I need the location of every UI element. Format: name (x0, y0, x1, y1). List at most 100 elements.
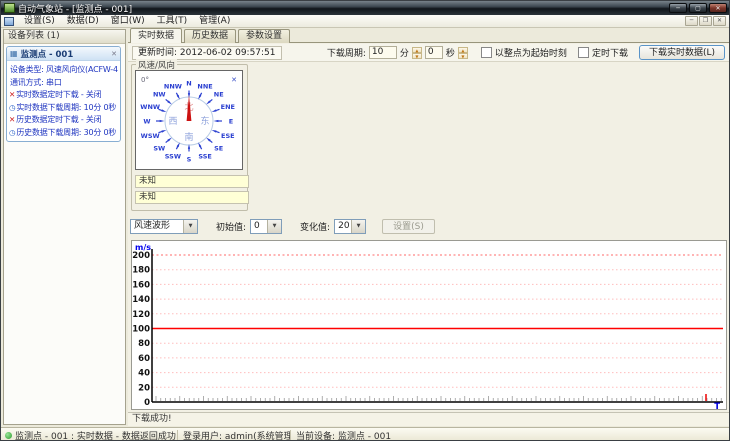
device-panel-close-icon[interactable]: ✕ (111, 50, 117, 58)
chevron-down-icon[interactable]: ▼ (183, 219, 197, 233)
chart-controls: 风速波形 ▼ 初始值: 0 ▼ 变化值: 20 ▼ 设置(S) (130, 218, 725, 234)
menu-window[interactable]: 窗口(W) (105, 15, 151, 27)
svg-text:NE: NE (214, 91, 224, 99)
seconds-unit-label: 秒 (445, 49, 455, 59)
device-grid-icon: ▦ (10, 49, 18, 58)
chevron-down-icon[interactable]: ▼ (267, 219, 282, 233)
tab-history-data[interactable]: 历史数据 (184, 29, 237, 43)
svg-text:200: 200 (132, 251, 150, 261)
svg-text:S: S (187, 156, 192, 164)
svg-text:80: 80 (138, 339, 150, 349)
change-value-select[interactable]: 20 ▼ (334, 218, 367, 234)
chart-plot: 0 20 40 60 80 100 120 140 160 180 200m/s T (132, 243, 723, 412)
svg-text:NNE: NNE (197, 82, 212, 90)
waveform-select[interactable]: 风速波形 ▼ (130, 218, 198, 234)
menu-data[interactable]: 数据(D) (61, 15, 105, 27)
menu-settings[interactable]: 设置(S) (18, 15, 61, 27)
svg-text:ENE: ENE (221, 103, 235, 111)
svg-text:20: 20 (138, 383, 150, 393)
settings-button[interactable]: 设置(S) (382, 218, 435, 234)
status-ok-icon (5, 431, 12, 439)
svg-text:T: T (714, 402, 720, 409)
update-time-value: 2012-06-02 09:57:51 (179, 47, 276, 58)
checkbox-timed-download[interactable] (577, 47, 589, 58)
seconds-input[interactable]: 0 (424, 46, 443, 59)
svg-text:180: 180 (132, 266, 150, 276)
seconds-stepper[interactable]: ▲ ▼ (457, 46, 468, 59)
realtime-timer-text: 实时数据定时下载 - 关闭 (16, 90, 102, 99)
svg-text:WSW: WSW (141, 132, 160, 140)
svg-text:140: 140 (132, 295, 150, 305)
compass-rose: NNNENEENEEESESESSESSSWSWWSWWWNWNWNNW北南东西… (140, 76, 237, 164)
mdi-child-icon (4, 16, 14, 26)
minimize-button[interactable]: ─ (669, 3, 687, 13)
off-icon: ✕ (9, 115, 16, 124)
svg-text:东: 东 (200, 115, 209, 127)
svg-text:100: 100 (132, 325, 150, 335)
checkbox-align-start-time[interactable] (480, 47, 492, 58)
close-button[interactable]: ✕ (709, 3, 727, 13)
svg-text:西: 西 (168, 116, 177, 127)
statusbar-device-segment: 监测点 - 001 : 实时数据 - 数据返回成功! (1, 429, 177, 441)
svg-text:0°: 0° (141, 76, 149, 84)
device-type-text: 设备类型: 风速风向仪(ACFW-4) (10, 65, 118, 74)
minutes-input[interactable]: 10 (368, 46, 397, 59)
svg-text:✕: ✕ (231, 76, 237, 84)
app-icon (4, 3, 15, 13)
svg-text:ESE: ESE (221, 132, 235, 140)
title-bar: 自动气象站 - [监测点 - 001] ─ ▢ ✕ (1, 1, 729, 15)
update-time-box: 更新时间: 2012-06-02 09:57:51 (132, 45, 282, 60)
initial-value-select[interactable]: 0 ▼ (250, 218, 283, 234)
menu-bar: 设置(S) 数据(D) 窗口(W) 工具(T) 管理(A) ─ ❐ ✕ (1, 15, 729, 28)
device-panel[interactable]: ▦ 监测点 - 001 ✕ 设备类型: 风速风向仪(ACFW-4) 通讯方式: … (6, 46, 121, 142)
device-panel-title: 监测点 - 001 (20, 49, 74, 60)
checkbox-timed-label: 定时下载 (591, 49, 628, 59)
current-device-text: 当前设备: 监测点 - 001 (296, 431, 392, 441)
change-value-label: 变化值: (300, 222, 331, 233)
toolbar: 更新时间: 2012-06-02 09:57:51 下载周期: 10 分 ▲ ▼ … (128, 44, 729, 62)
mdi-minimize-button[interactable]: ─ (685, 16, 698, 26)
spinner-down-icon[interactable]: ▼ (457, 52, 468, 59)
svg-text:南: 南 (184, 131, 193, 143)
svg-text:E: E (229, 118, 233, 126)
mdi-restore-button[interactable]: ❐ (699, 16, 712, 26)
chevron-down-icon[interactable]: ▼ (351, 219, 366, 233)
svg-text:NNW: NNW (164, 82, 182, 90)
device-status-text: 监测点 - 001 : 实时数据 - 数据返回成功! (15, 431, 177, 441)
app-window: 自动气象站 - [监测点 - 001] ─ ▢ ✕ 设置(S) 数据(D) 窗口… (0, 0, 730, 441)
history-timer-text: 历史数据定时下载 - 关闭 (16, 115, 102, 124)
wind-groupbox: 风速/风向 N NNE NE ENE E ESE SE SSE S SSW SW WSW W WNW NW N… (131, 59, 249, 211)
svg-text:SSW: SSW (165, 153, 181, 161)
cycle-label: 下载周期: (326, 49, 366, 59)
svg-text:120: 120 (132, 310, 150, 320)
device-info-row: ✕ 历史数据定时下载 - 关闭 (9, 114, 118, 127)
waveform-select-value: 风速波形 (134, 220, 171, 231)
menu-admin[interactable]: 管理(A) (193, 15, 236, 27)
wind-compass: NNNENEENEEESESESSESSSWSWWSWWWNWNWNNW北南东西… (135, 70, 243, 170)
tab-strip: 实时数据 历史数据 参数设置 (130, 28, 292, 43)
initial-value: 0 (254, 220, 260, 231)
window-title: 自动气象站 - [监测点 - 001] (18, 4, 133, 15)
svg-text:WNW: WNW (140, 103, 160, 111)
menu-tools[interactable]: 工具(T) (151, 15, 194, 27)
svg-text:40: 40 (138, 369, 150, 379)
initial-value-label: 初始值: (216, 222, 247, 233)
comm-mode-text: 通讯方式: 串口 (10, 77, 62, 87)
mdi-window-controls: ─ ❐ ✕ (685, 16, 729, 26)
device-list-header: 设备列表 (1) (4, 30, 125, 44)
minutes-unit-label: 分 (399, 49, 409, 59)
download-realtime-button[interactable]: 下载实时数据(L) (638, 45, 725, 60)
spinner-down-icon[interactable]: ▼ (411, 52, 422, 59)
device-info-row: 通讯方式: 串口 (9, 77, 118, 90)
status-bar: 监测点 - 001 : 实时数据 - 数据返回成功! 登录用户: admin(系… (1, 427, 729, 441)
minutes-stepper[interactable]: ▲ ▼ (411, 46, 422, 59)
maximize-button[interactable]: ▢ (689, 3, 707, 13)
mdi-close-button[interactable]: ✕ (713, 16, 726, 26)
tab-parameter-settings[interactable]: 参数设置 (238, 29, 291, 43)
device-info-row: ◷ 实时数据下载周期: 10分 0秒 (9, 102, 118, 115)
device-panel-header[interactable]: ▦ 监测点 - 001 ✕ (7, 47, 120, 61)
svg-text:SW: SW (153, 144, 165, 152)
svg-text:NW: NW (153, 91, 166, 99)
download-status-text: 下载成功! (128, 412, 729, 426)
tab-realtime-data[interactable]: 实时数据 (130, 28, 183, 43)
